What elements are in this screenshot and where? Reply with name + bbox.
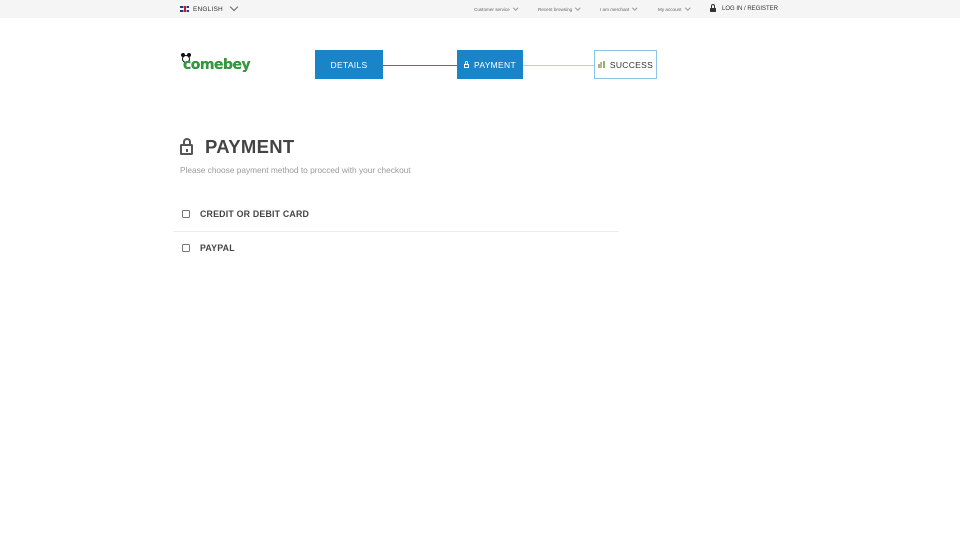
option-label: CREDIT OR DEBIT CARD — [200, 209, 310, 219]
step-label: DETAILS — [330, 59, 368, 70]
chevron-down-icon — [684, 5, 690, 11]
nav-merchant[interactable]: I am merchant — [600, 5, 638, 14]
step-label: SUCCESS — [609, 59, 654, 70]
padlock-icon — [180, 138, 193, 155]
logo-text: comebey — [183, 57, 251, 73]
step-details[interactable]: DETAILS — [315, 50, 383, 79]
login-register-link[interactable]: LOG IN / REGISTER — [710, 4, 778, 14]
step-success: SUCCESS — [594, 50, 657, 79]
checkbox[interactable] — [182, 244, 190, 252]
nav-label: I am merchant — [600, 7, 630, 12]
chevron-down-icon — [632, 5, 638, 11]
step-payment: PAYMENT — [457, 50, 523, 79]
nav-label: My account — [658, 7, 682, 12]
nav-recent-browsing[interactable]: Recent browsing — [538, 5, 581, 14]
chevron-down-icon — [229, 2, 239, 12]
lock-icon — [464, 60, 470, 68]
chevron-down-icon — [513, 5, 518, 11]
step-connector — [523, 64, 594, 66]
nav-customer-service[interactable]: Customer service — [474, 5, 518, 14]
nav-label: Recent browsing — [538, 7, 573, 12]
payment-option-paypal[interactable]: PAYPAL — [174, 231, 618, 265]
payment-option-card[interactable]: CREDIT OR DEBIT CARD — [174, 197, 618, 231]
page-subtitle: Please choose payment method to procced … — [180, 165, 411, 175]
page-title: PAYMENT — [205, 136, 295, 157]
nav-label: Customer service — [474, 7, 510, 12]
language-label: ENGLISH — [193, 5, 223, 13]
uk-flag-icon — [180, 6, 189, 12]
site-logo[interactable]: comebey — [180, 53, 252, 77]
bar-chart-icon — [597, 61, 605, 68]
top-bar: ENGLISH Customer service Recent browsing… — [0, 0, 960, 18]
chevron-down-icon — [575, 5, 581, 11]
step-label: PAYMENT — [474, 59, 516, 70]
nav-my-account[interactable]: My account — [658, 5, 690, 14]
step-connector — [383, 64, 457, 66]
checkbox[interactable] — [182, 210, 190, 218]
option-label: PAYPAL — [200, 243, 235, 253]
login-label: LOG IN / REGISTER — [722, 6, 779, 12]
language-selector[interactable]: ENGLISH — [180, 2, 239, 14]
lock-icon — [710, 4, 716, 12]
